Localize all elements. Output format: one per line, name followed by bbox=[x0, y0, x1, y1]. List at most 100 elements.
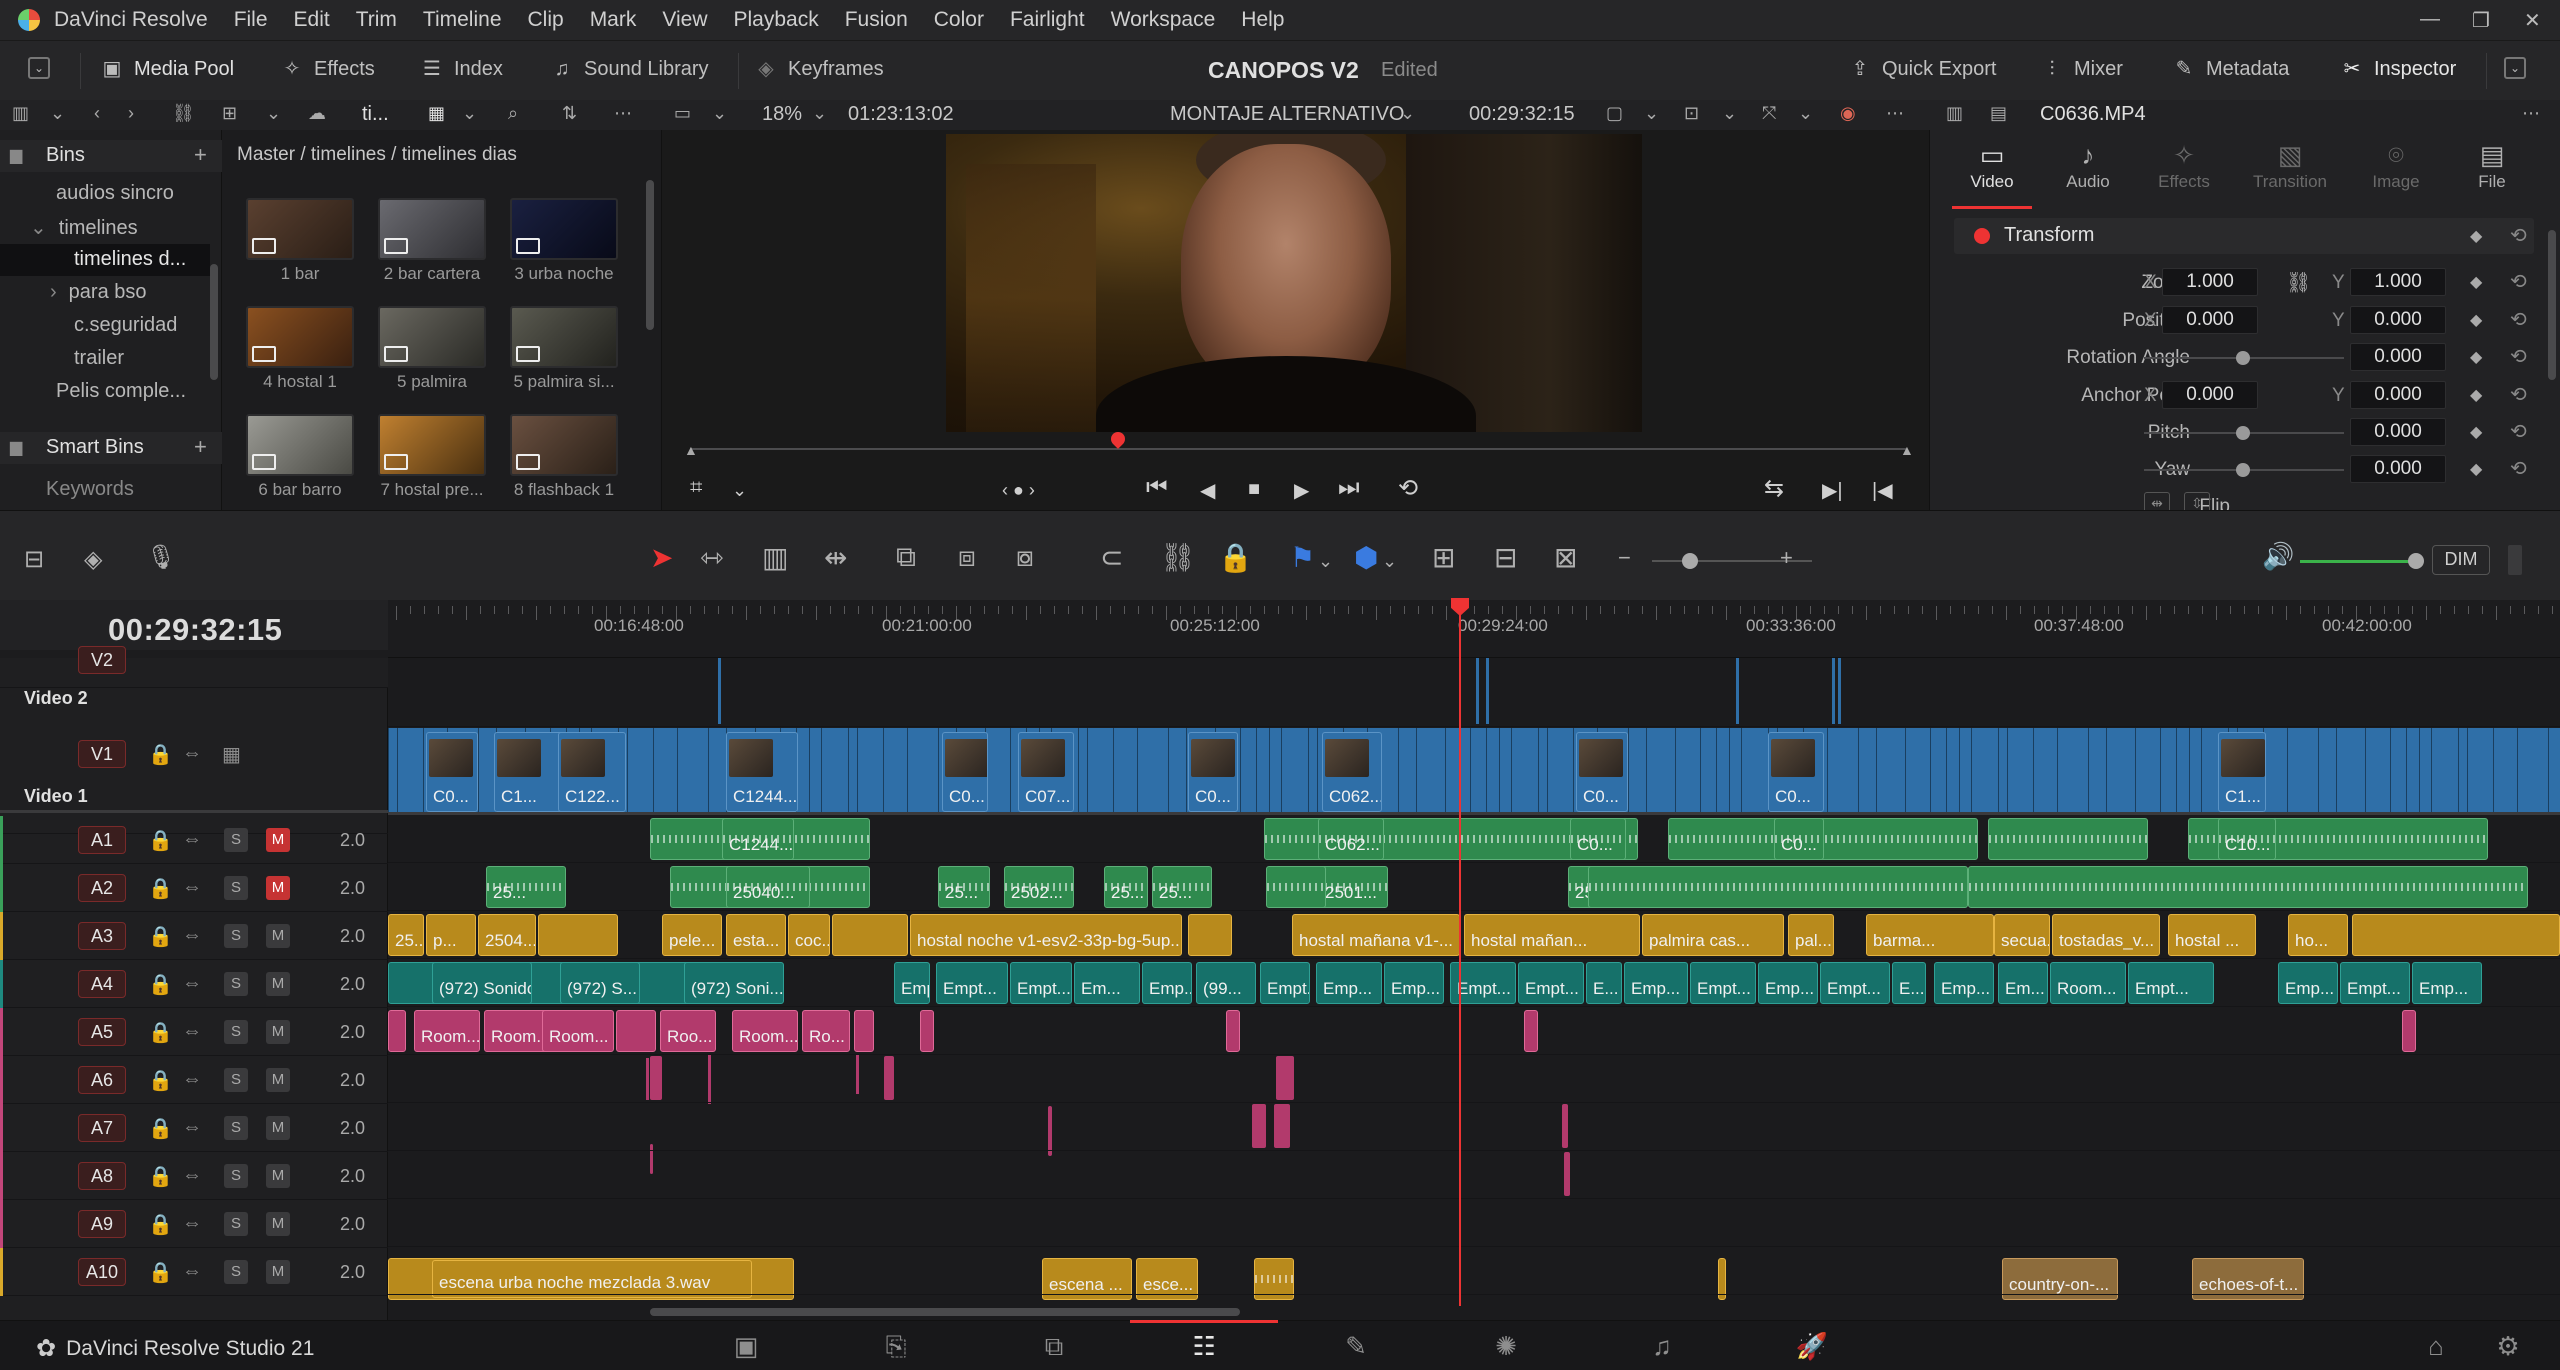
param-position-x-field[interactable]: 0.000 bbox=[2162, 306, 2258, 334]
audio-clip[interactable]: hostal noche v1-esv2-33p-bg-5up... bbox=[910, 914, 1182, 956]
audio-clip[interactable]: hostal ... bbox=[2168, 914, 2256, 956]
mute-button[interactable]: M bbox=[266, 1164, 290, 1188]
more-options-icon[interactable]: ⋯ bbox=[2522, 103, 2540, 124]
viewer-zoom[interactable]: 18% bbox=[762, 103, 802, 126]
audio-clip[interactable]: Roo... bbox=[660, 1010, 716, 1052]
audio-clip[interactable]: (972) Soni... bbox=[684, 962, 784, 1004]
audio-clip[interactable] bbox=[616, 1010, 656, 1052]
mute-button[interactable]: M bbox=[266, 1020, 290, 1044]
metadata-button[interactable]: ✎ Metadata bbox=[2172, 57, 2290, 81]
slider-knob[interactable] bbox=[2236, 426, 2250, 440]
audio-clip[interactable] bbox=[1588, 866, 1968, 908]
track-id-a1[interactable]: A1 bbox=[78, 826, 126, 854]
menu-view[interactable]: View bbox=[662, 8, 707, 32]
media-clip-thumbnail[interactable] bbox=[378, 306, 486, 368]
more-options-icon[interactable]: ⋯ bbox=[614, 103, 632, 124]
flag-icon[interactable]: ⚑ bbox=[1290, 541, 1315, 574]
transform-icon[interactable]: ⤧ bbox=[1762, 103, 1776, 124]
zoom-detail-icon[interactable]: ⊟ bbox=[1494, 541, 1517, 574]
cut-page-icon[interactable]: ⎘ bbox=[866, 1331, 926, 1363]
param-yaw-field[interactable]: 0.000 bbox=[2350, 455, 2446, 483]
lock-icon[interactable]: 🔒 bbox=[148, 828, 173, 853]
audio-clip-sliver[interactable] bbox=[1252, 1104, 1266, 1148]
slider-knob[interactable] bbox=[2236, 351, 2250, 365]
lock-icon[interactable]: 🔒 bbox=[148, 924, 173, 949]
audio-clip[interactable]: 25040... bbox=[726, 866, 810, 908]
marker-icon[interactable]: ⬢ bbox=[1354, 541, 1378, 574]
audio-clip[interactable]: ho... bbox=[2288, 914, 2348, 956]
audio-clip[interactable]: Empt... bbox=[1518, 962, 1584, 1004]
audio-clip[interactable] bbox=[854, 1010, 874, 1052]
minimize-icon[interactable]: — bbox=[2420, 8, 2440, 31]
link-icon[interactable]: ⇔ bbox=[182, 1020, 202, 1043]
stop-icon[interactable]: ■ bbox=[1248, 478, 1260, 501]
audio-clip[interactable] bbox=[2402, 1010, 2416, 1052]
lock-icon[interactable]: 🔒 bbox=[148, 1260, 173, 1285]
track-id-a8[interactable]: A8 bbox=[78, 1162, 126, 1190]
menu-timeline[interactable]: Timeline bbox=[423, 8, 502, 32]
mute-button[interactable]: M bbox=[266, 876, 290, 900]
audio-clip[interactable] bbox=[1968, 866, 2528, 908]
viewer-playhead[interactable] bbox=[1108, 429, 1128, 449]
param-zoom-y-field[interactable]: 1.000 bbox=[2350, 268, 2446, 296]
jog-left-icon[interactable]: ‹ ● › bbox=[1002, 480, 1035, 501]
timeline-ruler[interactable]: 00:16:48:00 00:21:00:00 00:25:12:00 00:29:2… bbox=[388, 600, 2560, 658]
chevron-down-icon[interactable]: ⌄ bbox=[1400, 103, 1415, 124]
tab-video[interactable]: ▭ Video bbox=[1942, 140, 2042, 192]
audio-clip[interactable]: Empt... bbox=[2128, 962, 2214, 1004]
audio-clip[interactable]: Empt... bbox=[1010, 962, 1072, 1004]
keyframe-icon[interactable]: ◆ bbox=[2470, 310, 2482, 330]
keyframe-icon[interactable]: ◆ bbox=[2470, 226, 2482, 246]
chevron-down-icon[interactable]: ⌄ bbox=[732, 480, 747, 501]
audio-clip[interactable] bbox=[2352, 914, 2560, 956]
audio-clip-sliver[interactable] bbox=[856, 1054, 859, 1094]
sound-library-button[interactable]: ♫ Sound Library bbox=[550, 57, 709, 81]
expand-panel-button[interactable]: ⌄ bbox=[2504, 57, 2526, 79]
audio-clip[interactable]: Empt... bbox=[936, 962, 1008, 1004]
audio-clip[interactable]: Room... bbox=[2050, 962, 2126, 1004]
video-clip[interactable]: C122... bbox=[558, 732, 626, 812]
edit-page-icon[interactable]: ☷ bbox=[1174, 1331, 1234, 1362]
audio-clip[interactable]: Emp... bbox=[2412, 962, 2482, 1004]
zoom-out-icon[interactable]: − bbox=[1618, 545, 1631, 571]
media-clip-thumbnail[interactable] bbox=[510, 198, 618, 260]
audio-clip[interactable]: Room... bbox=[484, 1010, 550, 1052]
fairlight-page-icon[interactable]: ♫ bbox=[1632, 1331, 1692, 1362]
menu-fusion[interactable]: Fusion bbox=[845, 8, 908, 32]
audio-clip[interactable] bbox=[832, 914, 908, 956]
mute-button[interactable]: M bbox=[266, 1116, 290, 1140]
audio-clip[interactable]: Em... bbox=[1074, 962, 1140, 1004]
audio-clip[interactable]: Empt... bbox=[2340, 962, 2410, 1004]
viewer-scrubber[interactable] bbox=[690, 448, 1906, 450]
audio-clip[interactable]: p... bbox=[426, 914, 476, 956]
audio-clip[interactable] bbox=[1264, 818, 1324, 860]
volume-slider[interactable] bbox=[2300, 560, 2412, 563]
add-bin-icon[interactable]: + bbox=[194, 142, 207, 168]
output-icon[interactable]: ⊡ bbox=[1684, 103, 1699, 124]
media-clip-thumbnail[interactable] bbox=[378, 414, 486, 476]
go-to-end-icon[interactable]: ⏭ bbox=[1338, 474, 1360, 502]
keyframe-icon[interactable]: ◆ bbox=[2470, 459, 2482, 479]
link-icon[interactable]: ⇔ bbox=[182, 876, 202, 899]
menu-color[interactable]: Color bbox=[934, 8, 984, 32]
audio-clip-sliver[interactable] bbox=[1562, 1104, 1568, 1148]
viewer-layout-icon[interactable]: ▭ bbox=[674, 103, 691, 124]
bin-item-para-bso[interactable]: › para bso bbox=[0, 277, 210, 309]
mute-button[interactable]: M bbox=[266, 924, 290, 948]
link-icon[interactable]: ⛓ bbox=[2286, 270, 2311, 295]
dynamic-trim-icon[interactable]: ⇹ bbox=[824, 541, 847, 574]
audio-clip[interactable]: barma... bbox=[1866, 914, 1994, 956]
audio-clip[interactable]: Empt... bbox=[1260, 962, 1310, 1004]
audio-clip[interactable] bbox=[1226, 1010, 1240, 1052]
keyframe-icon[interactable]: ◆ bbox=[2470, 347, 2482, 367]
audio-clip[interactable] bbox=[1988, 818, 2148, 860]
audio-clip[interactable]: Room... bbox=[542, 1010, 614, 1052]
solo-button[interactable]: S bbox=[224, 1212, 248, 1236]
link-icon[interactable]: ⇔ bbox=[182, 742, 202, 765]
speaker-icon[interactable]: 🔊 bbox=[2262, 541, 2294, 572]
link-icon[interactable]: ⇔ bbox=[182, 972, 202, 995]
v2-clip-sliver[interactable] bbox=[1736, 658, 1739, 724]
video-clip[interactable]: C0... bbox=[1188, 732, 1238, 812]
audio-clip[interactable]: escena urba noche mezclada 3.wav bbox=[432, 1260, 752, 1298]
mute-button[interactable]: M bbox=[266, 972, 290, 996]
